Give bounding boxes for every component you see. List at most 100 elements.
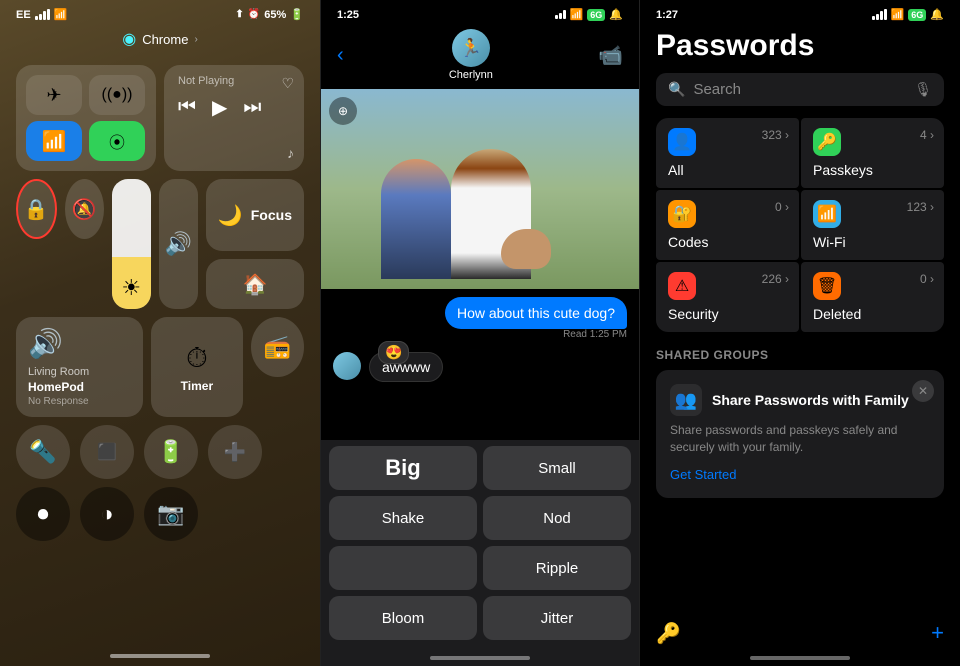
- media-controls: ⏮ ▶ ⏭: [178, 95, 290, 120]
- airplane-mode-toggle[interactable]: ✈: [26, 75, 82, 115]
- next-track-button[interactable]: ⏭: [243, 96, 261, 119]
- chevron-right-icon: ›: [194, 34, 197, 45]
- timer-icon: ⏱: [186, 342, 208, 375]
- signal-icon-3: [872, 9, 887, 20]
- big-button[interactable]: Big: [329, 446, 477, 490]
- passkeys-icon: 🔑: [813, 128, 841, 156]
- airdrop-toggle[interactable]: ((●)): [89, 75, 145, 115]
- home-icon-block[interactable]: 🏠: [206, 259, 304, 309]
- message-bubble-area: How about this cute dog? Read 1:25 PM: [321, 289, 639, 348]
- screen-lock-toggle[interactable]: 🔒: [16, 179, 57, 239]
- bloom-button[interactable]: Bloom: [329, 596, 477, 640]
- contact-info[interactable]: 🏃 Cherlynn: [449, 29, 493, 81]
- add-control-button[interactable]: ➕: [208, 425, 262, 479]
- home-indicator-2: [430, 656, 530, 660]
- wifi-cell-icon: 📶: [813, 200, 841, 228]
- status-bar-3: 1:27 📶 6G 🔔: [640, 0, 960, 25]
- record-button[interactable]: ⏺: [16, 487, 70, 541]
- tapback-reaction: 😍: [378, 341, 409, 364]
- person-1: [381, 159, 451, 279]
- status-right: ⬆ ⏰ 65% 🔋: [235, 8, 304, 21]
- mute-toggle[interactable]: 🔕: [65, 179, 104, 239]
- time-label: 1:25: [337, 9, 359, 21]
- deleted-cell[interactable]: 🗑 0 › Deleted: [801, 262, 944, 332]
- messages-panel: 1:25 📶 6G 🔔 ‹ 🏃 Cherlynn 📹: [320, 0, 640, 666]
- shared-groups-label: SHARED GROUPS: [640, 332, 960, 370]
- alarm-icon: ⏰: [248, 9, 260, 20]
- status-bar-2: 1:25 📶 6G 🔔: [321, 0, 639, 25]
- wifi-toggle[interactable]: 📶: [26, 121, 82, 161]
- timer-block[interactable]: ⏱ Timer: [151, 317, 243, 417]
- photo-scene: [321, 89, 639, 289]
- all-passwords-cell[interactable]: 👤 323 › All: [656, 118, 799, 188]
- small-button[interactable]: Small: [483, 446, 631, 490]
- wifi-icon: 📶: [54, 8, 68, 21]
- microphone-icon: 🎙: [914, 81, 932, 98]
- search-icon: 🔍: [668, 81, 685, 98]
- media-block: ♡ Not Playing ⏮ ▶ ⏭ ♪: [164, 65, 304, 171]
- sent-message-bubble: How about this cute dog?: [445, 297, 627, 329]
- battery-status-button[interactable]: 🔋: [144, 425, 198, 479]
- add-password-button[interactable]: +: [931, 620, 944, 646]
- passkeys-cell[interactable]: 🔑 4 › Passkeys: [801, 118, 944, 188]
- cc-row-2: 🔒 🔕 ☀ 🔊 🌙 Focus 🏠: [16, 179, 304, 309]
- sun-icon: ☀: [121, 275, 141, 301]
- tapback-bubble: 😍 awwww: [369, 352, 443, 382]
- dog-figure: [501, 229, 551, 269]
- moon-icon: 🌙: [218, 203, 243, 228]
- keyboard-row-1: Big Small: [329, 446, 631, 490]
- cc-row-1: ✈ ((●)) 📶 ⦿ ♡ Not Playing ⏮ ▶ ⏭ ♪: [16, 65, 304, 171]
- time-label-3: 1:27: [656, 9, 678, 21]
- home-indicator-3: [750, 656, 850, 660]
- nod-button[interactable]: Nod: [483, 496, 631, 540]
- volume-icon: 🔊: [165, 231, 192, 257]
- wifi-icon-3: 📶: [891, 8, 905, 21]
- share-description: Share passwords and passkeys safely and …: [670, 422, 930, 456]
- chrome-bar[interactable]: ◉ Chrome ›: [0, 25, 320, 57]
- share-card-header: 👥 Share Passwords with Family: [670, 384, 930, 416]
- radio-block[interactable]: 📻: [251, 317, 304, 377]
- back-button[interactable]: ‹: [337, 44, 344, 67]
- keyboard-row-2: Shake Nod: [329, 496, 631, 540]
- wifi-icon-2: 📶: [570, 8, 584, 21]
- codes-cell[interactable]: 🔐 0 › Codes: [656, 190, 799, 260]
- message-text: How about this cute dog?: [457, 305, 615, 321]
- dark-mode-toggle[interactable]: ◑: [80, 487, 134, 541]
- jitter-button[interactable]: Jitter: [483, 596, 631, 640]
- close-button[interactable]: ✕: [912, 380, 934, 402]
- bluetooth-toggle[interactable]: ⦿: [89, 121, 145, 161]
- photo-action-button[interactable]: ⊕: [329, 97, 357, 125]
- heart-icon: ♡: [281, 75, 294, 92]
- wifi-cell[interactable]: 📶 123 › Wi-Fi: [801, 190, 944, 260]
- contact-name: Cherlynn: [449, 69, 493, 81]
- keyboard-row-3: Ripple: [329, 546, 631, 590]
- status-icons-3: 📶 6G 🔔: [872, 8, 944, 21]
- bottom-icons-row: 🔦 ⬛ 🔋 ➕: [0, 425, 320, 479]
- ripple-button[interactable]: Ripple: [483, 546, 631, 590]
- brightness-slider[interactable]: ☀: [112, 179, 151, 309]
- shake-button[interactable]: Shake: [329, 496, 477, 540]
- notification-icon-3: 🔔: [930, 8, 944, 21]
- cellular-badge-2: 6G: [587, 9, 605, 21]
- passwords-icon[interactable]: 🔑: [656, 621, 681, 646]
- message-photo: ⊕: [321, 89, 639, 289]
- security-cell[interactable]: ⚠ 226 › Security: [656, 262, 799, 332]
- prev-track-button[interactable]: ⏮: [178, 96, 196, 119]
- chrome-label: Chrome: [142, 32, 188, 47]
- play-pause-button[interactable]: ▶: [212, 95, 227, 120]
- get-started-button[interactable]: Get Started: [670, 467, 736, 482]
- status-left: EE 📶: [16, 8, 67, 21]
- status-icons-2: 📶 6G 🔔: [555, 8, 623, 21]
- empty-button-1[interactable]: [329, 546, 477, 590]
- keyboard-row-4: Bloom Jitter: [329, 596, 631, 640]
- camera-button[interactable]: 📷: [144, 487, 198, 541]
- homepod-block[interactable]: 🔊 Living Room HomePod No Response: [16, 317, 143, 417]
- flashlight-toggle[interactable]: 🔦: [16, 425, 70, 479]
- security-count: 226 ›: [762, 272, 789, 286]
- video-call-button[interactable]: 📹: [598, 43, 623, 68]
- search-bar[interactable]: 🔍 Search 🎙: [656, 73, 944, 106]
- focus-toggle[interactable]: 🌙 Focus: [206, 179, 304, 251]
- notification-bell-icon: 🔔: [609, 8, 623, 21]
- screen-mirror-button[interactable]: ⬛: [80, 425, 134, 479]
- volume-slider[interactable]: 🔊: [159, 179, 198, 309]
